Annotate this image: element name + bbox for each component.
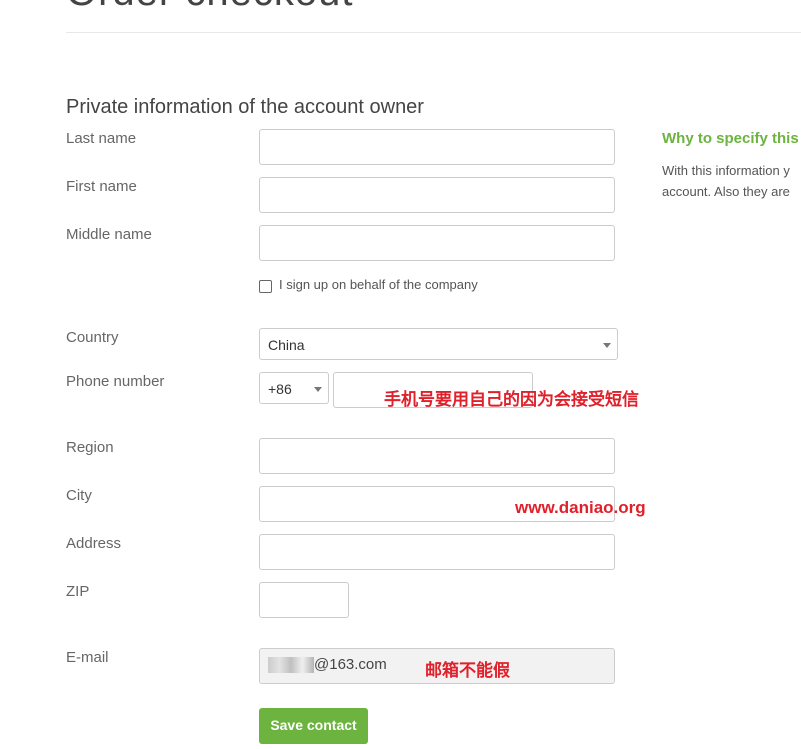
company-checkbox[interactable] (259, 280, 272, 293)
email-annotation: 邮箱不能假 (425, 661, 510, 680)
company-checkbox-label: I sign up on behalf of the company (279, 277, 478, 292)
site-annotation: www.daniao.org (515, 498, 646, 517)
sidebar-heading: Why to specify this (662, 130, 799, 147)
country-label: Country (66, 329, 119, 346)
first-name-label: First name (66, 178, 137, 195)
sidebar-text: With this information y account. Also the… (662, 160, 790, 202)
sidebar-text-line: account. Also they are (662, 184, 790, 199)
address-input[interactable] (259, 534, 615, 570)
zip-label: ZIP (66, 583, 90, 600)
region-label: Region (66, 439, 114, 456)
email-label: E-mail (66, 649, 109, 666)
zip-input[interactable] (259, 582, 349, 618)
email-value: @163.com (314, 656, 387, 673)
section-title: Private information of the account owner (66, 96, 424, 118)
sidebar-text-line: With this information y (662, 163, 790, 178)
phone-label: Phone number (66, 373, 165, 390)
page-title: Order checkout (66, 0, 353, 15)
last-name-input[interactable] (259, 129, 615, 165)
phone-code-select[interactable]: +86 (259, 372, 329, 404)
country-value: China (268, 337, 305, 353)
first-name-input[interactable] (259, 177, 615, 213)
region-input[interactable] (259, 438, 615, 474)
address-label: Address (66, 535, 122, 552)
middle-name-input[interactable] (259, 225, 615, 261)
phone-code-value: +86 (268, 381, 292, 397)
city-label: City (66, 487, 92, 504)
divider (66, 32, 801, 33)
phone-annotation: 手机号要用自己的因为会接受短信 (384, 390, 639, 409)
blurred-email-prefix (268, 657, 314, 673)
chevron-down-icon (314, 387, 322, 392)
save-contact-button[interactable]: Save contact (259, 708, 368, 744)
middle-name-label: Middle name (66, 226, 152, 243)
chevron-down-icon (603, 343, 611, 348)
last-name-label: Last name (66, 130, 137, 147)
country-select[interactable]: China (259, 328, 618, 360)
